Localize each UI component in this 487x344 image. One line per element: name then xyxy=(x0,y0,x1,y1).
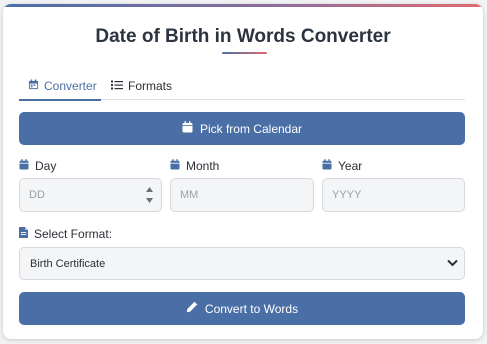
day-placeholder: DD xyxy=(29,189,45,201)
pick-from-calendar-button[interactable]: Pick from Calendar xyxy=(19,112,465,145)
day-label: Day xyxy=(19,159,56,173)
day-label-text: Day xyxy=(35,159,57,173)
chevron-up-icon[interactable] xyxy=(145,187,153,192)
convert-to-words-label: Convert to Words xyxy=(204,301,299,316)
document-icon xyxy=(19,227,34,241)
calendar-icon xyxy=(170,159,186,173)
day-stepper[interactable] xyxy=(145,187,153,203)
year-label-text: Year xyxy=(338,159,363,173)
tab-formats[interactable]: Formats xyxy=(111,72,172,100)
year-label: Year xyxy=(322,159,362,173)
tab-converter-label: Converter xyxy=(44,78,97,93)
select-format-label-text: Select Format: xyxy=(34,227,113,241)
converter-card: Date of Birth in Words Converter Convert… xyxy=(3,4,483,339)
calendar-icon xyxy=(19,159,35,173)
month-label-text: Month xyxy=(186,159,220,173)
tab-converter[interactable]: Converter xyxy=(19,72,101,101)
pick-from-calendar-label: Pick from Calendar xyxy=(199,121,303,136)
month-input[interactable]: MM xyxy=(170,178,314,212)
calendar-icon xyxy=(28,78,44,93)
tab-bar: Converter Formats xyxy=(19,72,465,101)
year-placeholder: YYYY xyxy=(332,189,362,201)
convert-to-words-button[interactable]: Convert to Words xyxy=(19,292,465,325)
format-selected-value: Birth Certificate xyxy=(30,257,106,270)
calendar-icon xyxy=(322,159,338,173)
chevron-down-icon[interactable] xyxy=(145,198,153,203)
tab-formats-label: Formats xyxy=(128,79,173,93)
calendar-icon xyxy=(182,121,200,136)
gradient-top-bar xyxy=(3,4,483,7)
month-label: Month xyxy=(170,159,219,173)
select-format-label: Select Format: xyxy=(19,227,112,241)
pencil-icon xyxy=(186,301,205,316)
format-select[interactable]: Birth Certificate xyxy=(19,247,465,280)
chevron-down-icon xyxy=(447,259,458,267)
page-title: Date of Birth in Words Converter xyxy=(95,26,391,47)
month-placeholder: MM xyxy=(180,189,199,201)
list-icon xyxy=(111,79,128,93)
year-input[interactable]: YYYY xyxy=(322,178,465,212)
day-input[interactable]: DD xyxy=(19,178,162,212)
title-underline xyxy=(222,52,267,54)
